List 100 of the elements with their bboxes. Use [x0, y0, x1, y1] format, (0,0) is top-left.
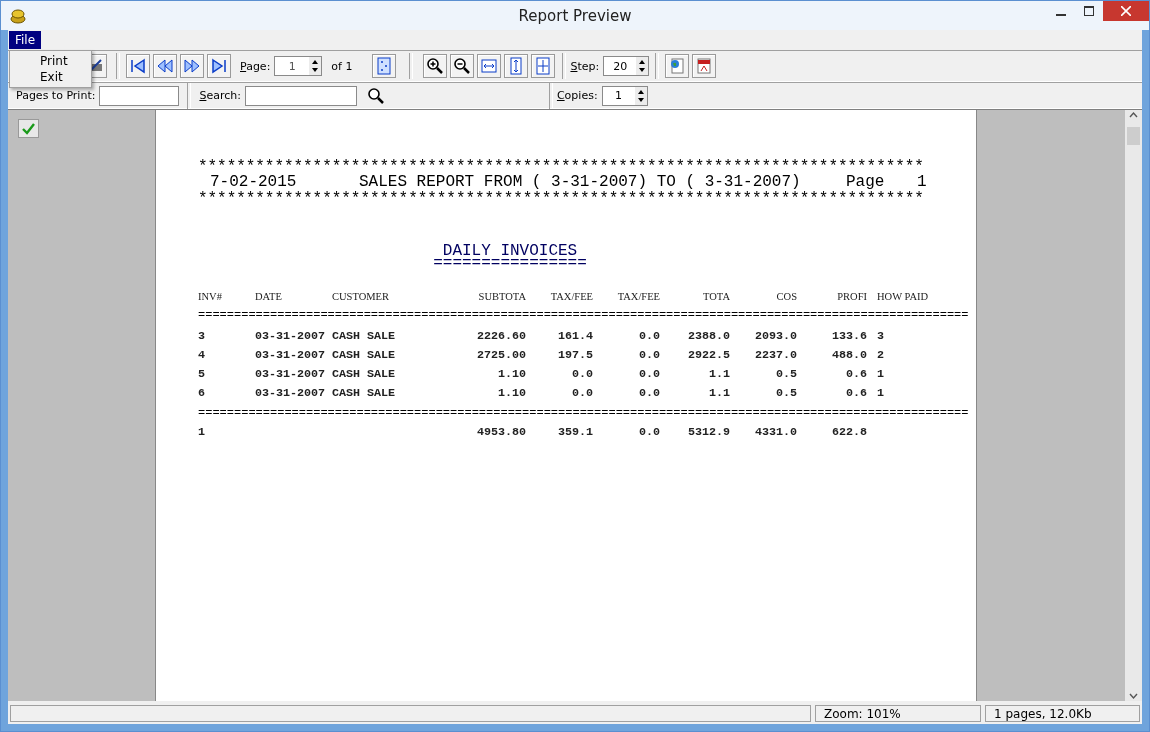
next-page-button[interactable]	[180, 54, 204, 78]
table-cell-text: 0.5	[774, 385, 797, 402]
right-arrow-icon	[210, 57, 228, 75]
table-cell-text: 0.0	[637, 366, 660, 383]
table-cell-text: CASH SALE	[332, 328, 397, 345]
vertical-scrollbar[interactable]	[1125, 110, 1142, 701]
table-cell-text: 2237.0	[753, 347, 797, 364]
table-cell-text: 0.6	[844, 385, 867, 402]
column-header: TAX/FEE	[549, 290, 593, 304]
table-cell-text: 197.5	[556, 347, 593, 364]
table-cell-text: 0.5	[774, 366, 797, 383]
page-count: of 1	[331, 59, 353, 73]
minimize-icon	[1056, 14, 1066, 16]
four-arrows-icon	[534, 57, 553, 75]
close-icon	[1121, 6, 1131, 16]
zoom-in-icon	[426, 57, 445, 75]
total-cell-text: 4953.80	[475, 424, 526, 441]
total-cell-text: 5312.9	[686, 424, 730, 441]
table-cell-text: 2093.0	[753, 328, 797, 345]
menu-entry[interactable]: Print	[10, 53, 91, 69]
table-cell-text: 133.6	[830, 328, 867, 345]
pdf-document-icon	[695, 57, 714, 75]
double-rule: ===========================================================================================================	[198, 406, 969, 420]
checkmark-button[interactable]	[18, 119, 39, 138]
last-page-button[interactable]	[207, 54, 231, 78]
pages-to-print-label: Pages to Print:	[16, 89, 96, 102]
close-button[interactable]	[1103, 1, 1149, 21]
column-header: DATE	[254, 290, 283, 304]
table-cell-text: 3	[876, 328, 885, 345]
table-cell-text: 5	[198, 366, 206, 383]
window-title: Report Preview	[518, 6, 632, 25]
menu-entry[interactable]: Exit	[10, 69, 91, 85]
search-field[interactable]	[244, 85, 357, 106]
table-cell-text: 6	[198, 385, 206, 402]
table-cell-text: CASH SALE	[332, 347, 397, 364]
page-numbers-button[interactable]	[372, 54, 397, 78]
total-cell-text: 359.1	[556, 424, 593, 441]
first-page-button[interactable]	[126, 54, 150, 78]
scrollbar-thumb[interactable]	[1127, 126, 1140, 145]
horizontal-arrows-icon	[480, 57, 499, 75]
table-cell-text: 2226.60	[475, 328, 526, 345]
column-header: TOTA	[702, 290, 730, 304]
zoom-in-button[interactable]	[423, 54, 448, 78]
menu-item[interactable]: File	[9, 31, 42, 49]
table-cell-text: 2725.00	[475, 347, 526, 364]
table-cell-text: 03-31-2007	[254, 328, 327, 345]
copies-spinner[interactable]: 1	[601, 85, 648, 106]
checkmark-icon	[22, 122, 35, 135]
table-cell-text: 2	[876, 347, 885, 364]
fit-height-button[interactable]	[504, 54, 529, 78]
report-heading: DAILY INVOICES	[442, 244, 578, 258]
column-header: PROFI	[836, 290, 867, 304]
column-header: HOW PAID	[876, 290, 930, 304]
coins-icon	[9, 7, 27, 25]
column-header: CUSTOMER	[332, 290, 390, 304]
page-number: 1	[917, 174, 928, 190]
table-cell-text: 0.0	[637, 347, 660, 364]
step-label: Step:	[570, 59, 600, 73]
page-label: Page:	[240, 59, 271, 73]
report-title: SALES REPORT FROM ( 3-31-2007) TO ( 3-31-2007)	[359, 174, 802, 190]
search-icon[interactable]	[366, 86, 385, 105]
html-export-button[interactable]	[665, 54, 690, 78]
fit-page-button[interactable]	[531, 54, 556, 78]
table-cell-text: 488.0	[830, 347, 867, 364]
table-cell-text: CASH SALE	[332, 385, 397, 402]
zoom-out-button[interactable]	[450, 54, 475, 78]
table-cell-text: 1.10	[496, 385, 526, 402]
table-cell-text: 1.10	[496, 366, 526, 383]
table-cell-text: 03-31-2007	[254, 385, 327, 402]
total-cell-text: 1	[198, 424, 206, 441]
maximize-icon	[1084, 6, 1094, 16]
column-header: COS	[775, 290, 797, 304]
table-cell-text: 0.0	[570, 385, 593, 402]
spin-arrows-icon[interactable]	[634, 86, 647, 105]
table-cell-text: 2922.5	[686, 347, 730, 364]
column-header: TAX/FEE	[616, 290, 660, 304]
page-label: Page	[846, 174, 886, 190]
step-spinner[interactable]: 20	[603, 56, 650, 76]
table-cell-text: 161.4	[556, 328, 593, 345]
column-header: SUBTOTA	[477, 290, 526, 304]
table-cell-text: 3	[198, 328, 206, 345]
asterisk-line: ****************************************************************************	[198, 160, 924, 174]
globe-document-icon	[668, 57, 687, 75]
spin-arrows-icon[interactable]	[309, 57, 322, 75]
previous-page-button[interactable]	[153, 54, 177, 78]
table-cell-text: 0.0	[637, 385, 660, 402]
search-label: Search:	[199, 89, 241, 102]
pdf-export-button[interactable]	[692, 54, 717, 78]
heading-underline: ================	[433, 258, 587, 268]
table-cell-text: 0.0	[637, 328, 660, 345]
spin-arrows-icon[interactable]	[636, 57, 649, 75]
pages-to-print-field[interactable]	[99, 85, 180, 106]
asterisk-line: ****************************************************************************	[198, 192, 924, 206]
table-cell-text: CASH SALE	[332, 366, 397, 383]
table-cell-text: 2388.0	[686, 328, 730, 345]
table-cell-text: 1.1	[707, 385, 730, 402]
total-cell-text: 622.8	[830, 424, 867, 441]
total-cell-text: 4331.0	[753, 424, 797, 441]
zoom-out-icon	[453, 57, 472, 75]
page-spinner[interactable]: 1	[274, 56, 323, 76]
